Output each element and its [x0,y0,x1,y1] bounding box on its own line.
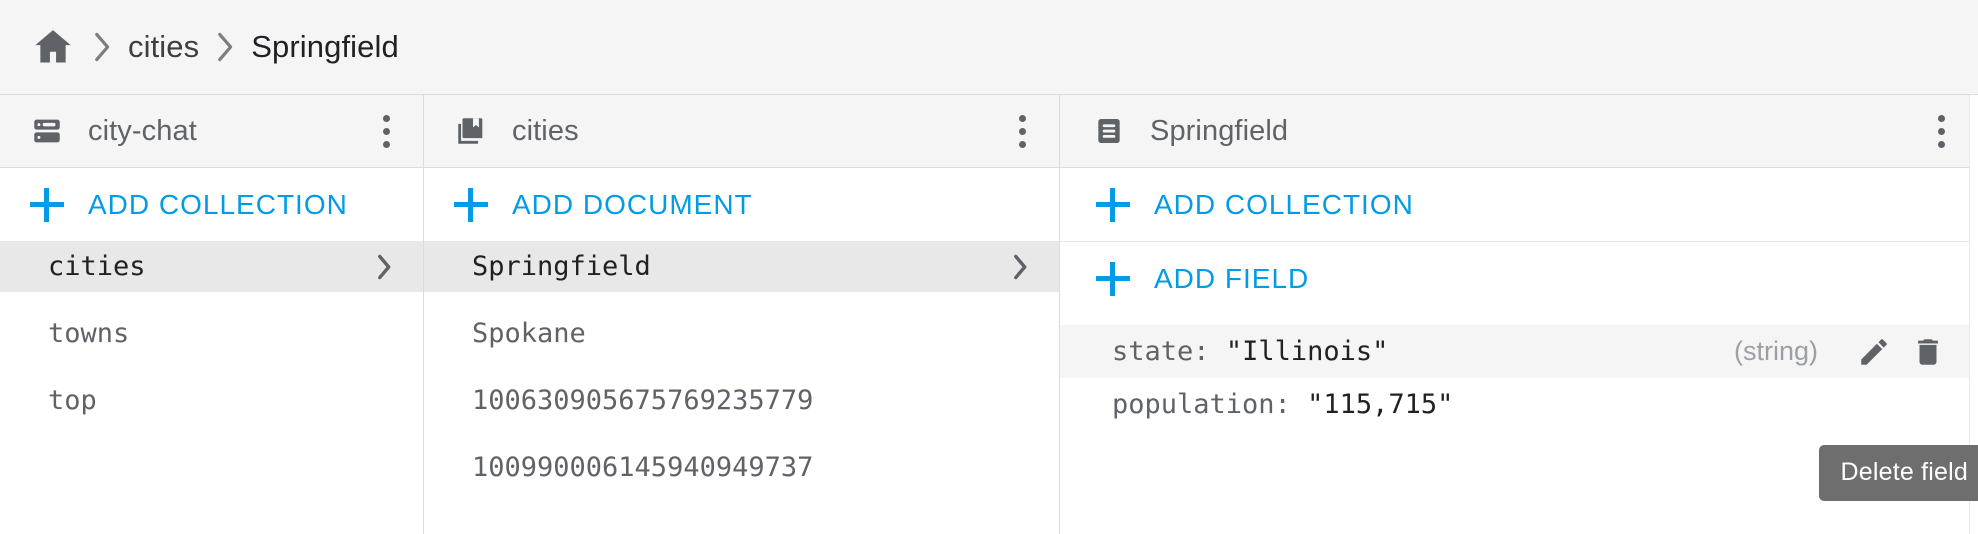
add-subcollection-button[interactable]: ADD COLLECTION [1060,168,1978,241]
panel-documents-header: cities [424,95,1059,168]
add-document-label: ADD DOCUMENT [512,188,753,220]
trash-icon[interactable] [1908,332,1948,372]
plus-icon [454,187,488,222]
collection-row-label: top [48,385,97,416]
document-row-label: Springfield [472,251,651,282]
document-row-label: 100630905675769235779 [472,385,814,416]
panels-container: city-chat ADD COLLECTION cities towns to… [0,95,1978,534]
field-state-text: state: "Illinois" [1112,336,1734,367]
collection-row-towns[interactable]: towns [0,308,423,359]
breadcrumb-item-cities[interactable]: cities [128,29,199,65]
document-row-springfield[interactable]: Springfield [424,241,1059,292]
row-spacer [0,292,423,308]
row-spacer [424,359,1059,375]
document-row-id-2[interactable]: 100990006145940949737 [424,442,1059,493]
delete-field-tooltip: Delete field [1818,445,1978,501]
plus-icon [1096,187,1130,222]
panel-documents-title: cities [512,114,579,147]
panel-document-detail-title: Springfield [1150,114,1289,147]
collection-icon [452,112,490,150]
pencil-icon[interactable] [1854,332,1894,372]
home-icon[interactable] [30,24,76,70]
collection-row-top[interactable]: top [0,375,423,426]
add-collection-label: ADD COLLECTION [88,188,348,220]
field-row-population[interactable]: population: "115,715" [1060,378,1978,431]
add-field-label: ADD FIELD [1154,262,1310,294]
field-state-key: state: [1112,336,1210,367]
panel-collections-title: city-chat [88,114,197,147]
field-state-value: "Illinois" [1225,336,1389,367]
panel-document-detail-header: Springfield [1060,95,1978,168]
firestore-data-browser: cities Springfield city-chat ADD COLLECT… [0,0,1978,534]
field-row-state[interactable]: state: "Illinois" (string) [1060,325,1978,378]
breadcrumb-separator-2 [213,32,237,62]
row-spacer [0,359,423,375]
collection-row-cities[interactable]: cities [0,241,423,292]
breadcrumb-item-springfield[interactable]: Springfield [251,29,399,65]
document-icon [1090,112,1128,150]
chevron-right-icon [371,254,397,280]
collection-row-label: towns [48,318,130,349]
more-vert-icon[interactable] [999,105,1045,157]
add-field-button[interactable]: ADD FIELD [1060,242,1978,315]
panel-collections: city-chat ADD COLLECTION cities towns to… [0,95,424,534]
add-collection-button[interactable]: ADD COLLECTION [0,168,423,241]
document-row-label: 100990006145940949737 [472,452,814,483]
field-population-value: "115,715" [1307,389,1454,420]
add-subcollection-label: ADD COLLECTION [1154,188,1414,220]
document-row-label: Spokane [472,318,586,349]
row-spacer [424,292,1059,308]
plus-icon [1096,261,1130,296]
breadcrumb-separator-1 [90,32,114,62]
plus-icon [30,187,64,222]
field-state-type: (string) [1733,336,1818,366]
document-row-id-1[interactable]: 100630905675769235779 [424,375,1059,426]
chevron-right-icon [1007,254,1033,280]
field-population-key: population: [1112,389,1291,420]
add-document-button[interactable]: ADD DOCUMENT [424,168,1059,241]
panel-collections-header: city-chat [0,95,423,168]
database-icon [28,112,66,150]
field-population-text: population: "115,715" [1112,389,1948,420]
document-row-spokane[interactable]: Spokane [424,308,1059,359]
breadcrumb: cities Springfield [0,0,1978,95]
more-vert-icon[interactable] [1918,105,1964,157]
panel-documents: cities ADD DOCUMENT Springfield Spokane … [424,95,1060,534]
more-vert-icon[interactable] [363,105,409,157]
collection-row-label: cities [48,251,146,282]
row-spacer [424,426,1059,442]
